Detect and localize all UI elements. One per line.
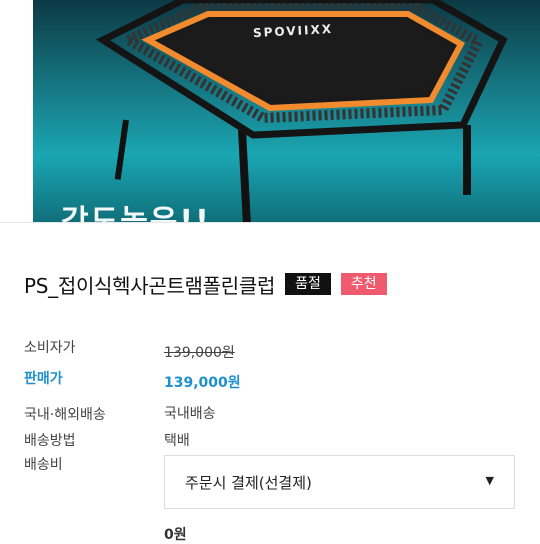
divider xyxy=(0,222,540,223)
consumer-price-label: 소비자가 xyxy=(24,340,76,356)
shipping-method-label: 배송방법 xyxy=(24,433,76,449)
sale-price: 139,000원 xyxy=(164,375,241,391)
dropdown-arrow-icon: ▼ xyxy=(485,474,494,487)
shipping-fee-value: 0원 xyxy=(164,527,187,543)
shipping-fee-selected: 주문시 결제(선결제) xyxy=(185,474,312,492)
product-image: SPOVIIXX 강도높은!! xyxy=(33,0,540,222)
shipping-fee-select[interactable]: 주문시 결제(선결제) ▼ xyxy=(164,455,515,509)
shipping-method: 택배 xyxy=(164,433,190,449)
shipping-region-label: 국내·해외배송 xyxy=(24,407,106,423)
product-title: PS_접이식헥사곤트램폴린클럽 xyxy=(24,273,276,298)
consumer-price: 139,000원 xyxy=(164,345,235,361)
hero-caption: 강도높은!! xyxy=(61,204,211,222)
recommend-badge: 추천 xyxy=(340,273,387,295)
shipping-region: 국내배송 xyxy=(164,406,216,422)
shipping-fee-label: 배송비 xyxy=(24,457,63,473)
sale-price-label: 판매가 xyxy=(24,371,63,387)
soldout-badge: 품절 xyxy=(285,273,331,295)
product-title-row: PS_접이식헥사곤트램폴린클럽 품절 추천 xyxy=(24,269,387,299)
